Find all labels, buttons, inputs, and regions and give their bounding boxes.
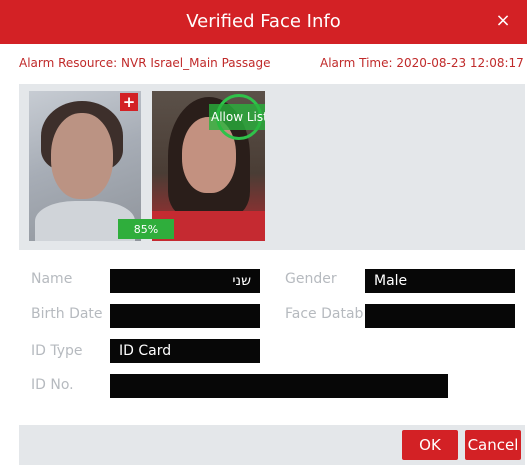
alarm-resource: Alarm Resource: NVR Israel_Main Passage [19,56,271,70]
face-photos-panel: Allow List [19,84,525,250]
id-no-field[interactable] [110,374,448,398]
snapshot-head [51,113,113,199]
add-face-button[interactable]: + [120,93,138,111]
birth-date-field[interactable] [110,304,260,328]
alarm-time: Alarm Time: 2020-08-23 12:08:17 [320,56,524,70]
face-database-label: Face Datab [285,306,364,322]
birth-date-label: Birth Date [31,306,103,322]
ok-button[interactable]: OK [402,430,458,460]
id-no-label: ID No. [31,377,74,393]
gender-label: Gender [285,271,337,287]
id-type-field[interactable]: ID Card [110,339,260,363]
cancel-button[interactable]: Cancel [465,430,521,460]
dialog-title: Verified Face Info [186,11,341,32]
name-label: Name [31,271,73,287]
close-icon[interactable]: × [491,9,515,33]
face-database-field[interactable] [365,304,515,328]
name-field[interactable]: שני [110,269,260,293]
id-type-label: ID Type [31,343,83,359]
similarity-badge: 85% [118,219,174,239]
gender-field[interactable]: Male [365,269,515,293]
allow-list-badge: Allow List [209,104,265,130]
